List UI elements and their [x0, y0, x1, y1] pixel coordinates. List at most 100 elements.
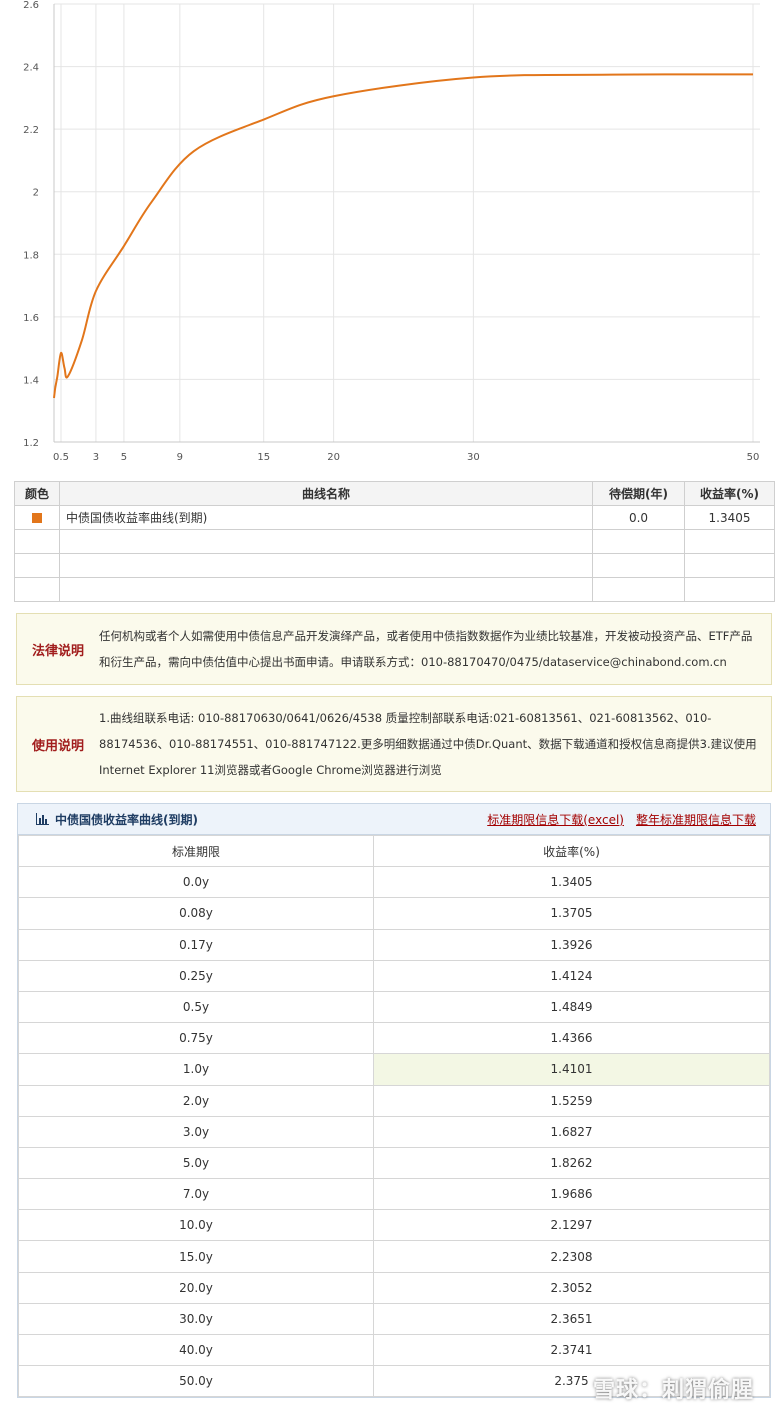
yield-cell: 2.3741 — [373, 1333, 770, 1367]
term-cell: 0.08y — [18, 897, 374, 930]
yield-cell: 1.5259 — [373, 1084, 770, 1117]
legal-notice: 法律说明 任何机构或者个人如需使用中债信息产品开发演绎产品，或者使用中债指数数据… — [16, 613, 772, 685]
yield-cell: 2.3651 — [373, 1302, 770, 1336]
term-cell: 30.0y — [18, 1302, 374, 1336]
usage-notice-tag: 使用说明 — [31, 738, 84, 754]
series-color-swatch — [32, 513, 42, 523]
x-tick-label: 30 — [467, 452, 480, 463]
x-tick-label: 3 — [93, 452, 99, 463]
yield-cell: 1.6827 — [373, 1115, 770, 1148]
table-row[interactable]: 0.75y 1.4366 — [18, 1022, 770, 1055]
bar-chart-icon — [36, 813, 49, 825]
legend-empty-row — [14, 553, 775, 578]
table-row[interactable]: 0.17y 1.3926 — [18, 928, 770, 961]
term-cell: 7.0y — [18, 1178, 374, 1211]
panel-title-text: 中债国债收益率曲线(到期) — [55, 812, 198, 827]
legend-row[interactable]: 中债国债收益率曲线(到期) 0.0 1.3405 — [14, 505, 775, 530]
x-tick-label: 0.5 — [53, 452, 69, 463]
term-header: 标准期限 — [18, 834, 374, 868]
term-cell: 50.0y — [18, 1365, 374, 1398]
legend-empty-row — [14, 529, 775, 554]
table-row[interactable]: 3.0y 1.6827 — [18, 1115, 770, 1148]
y-tick-label: 1.2 — [23, 438, 39, 449]
table-row[interactable]: 2.0y 1.5259 — [18, 1084, 770, 1117]
yield-cell: 1.8262 — [373, 1146, 770, 1180]
yield-cell: 1.4366 — [373, 1022, 770, 1055]
term-cell: 15.0y — [18, 1240, 374, 1273]
y-tick-label: 1.6 — [23, 313, 39, 324]
x-tick-label: 15 — [257, 452, 270, 463]
yield-cell: 1.3405 — [373, 866, 770, 899]
x-tick-label: 50 — [747, 452, 760, 463]
term-cell: 20.0y — [18, 1271, 374, 1304]
term-cell: 1.0y — [18, 1053, 374, 1086]
y-tick-label: 1.4 — [23, 375, 39, 386]
term-cell: 40.0y — [18, 1333, 374, 1367]
term-cell: 10.0y — [18, 1209, 374, 1242]
y-tick-label: 2.2 — [23, 125, 39, 136]
usage-notice-text: 1.曲线组联系电话: 010-88170630/0641/0626/4538 质… — [99, 711, 757, 777]
legend-term: 0.0 — [592, 505, 685, 530]
legend-series-name: 中债国债收益率曲线(到期) — [59, 505, 593, 530]
yield-cell: 1.4101 — [373, 1053, 770, 1086]
usage-notice: 使用说明 1.曲线组联系电话: 010-88170630/0641/0626/4… — [16, 696, 772, 792]
y-tick-label: 1.8 — [23, 250, 39, 261]
term-cell: 0.5y — [18, 990, 374, 1024]
yield-cell: 1.4849 — [373, 990, 770, 1024]
panel-title: 中债国债收益率曲线(到期) — [36, 811, 198, 828]
legal-notice-text: 任何机构或者个人如需使用中债信息产品开发演绎产品，或者使用中债指数数据作为业绩比… — [99, 629, 753, 669]
legend-header-name: 曲线名称 — [59, 481, 593, 506]
table-row[interactable]: 40.0y 2.3741 — [18, 1333, 770, 1367]
yield-cell: 2.3052 — [373, 1271, 770, 1304]
yield-cell: 1.3705 — [373, 897, 770, 930]
yield-cell: 1.9686 — [373, 1178, 770, 1211]
legend-color-cell — [14, 505, 60, 530]
term-cell: 0.17y — [18, 928, 374, 961]
term-cell: 3.0y — [18, 1115, 374, 1148]
yield-header: 收益率(%) — [373, 834, 770, 868]
table-row[interactable]: 0.25y 1.4124 — [18, 959, 770, 992]
table-row[interactable]: 0.5y 1.4849 — [18, 990, 770, 1024]
term-table: 标准期限 收益率(%) 0.0y 1.3405 0.08y 1.3705 0.17y 1.… — [18, 834, 770, 1398]
table-row[interactable]: 20.0y 2.3052 — [18, 1271, 770, 1304]
term-cell: 0.25y — [18, 959, 374, 992]
table-row[interactable]: 10.0y 2.1297 — [18, 1209, 770, 1242]
term-yield-panel: 中债国债收益率曲线(到期) 标准期限信息下载(excel) 整年标准期限信息下载… — [17, 803, 771, 1399]
panel-links: 标准期限信息下载(excel) 整年标准期限信息下载 — [487, 811, 756, 828]
legend-header-yield: 收益率(%) — [684, 481, 775, 506]
yield-curve-chart: 1.2 1.4 1.6 1.8 2 2.2 2.4 2.6 0.5 3 5 9 15 20 30 50 — [0, 0, 776, 470]
x-tick-label: 20 — [327, 452, 340, 463]
yield-cell: 1.4124 — [373, 959, 770, 992]
x-tick-label: 9 — [177, 452, 183, 463]
watermark: 雪球：刺猬偷腥 — [592, 1378, 754, 1403]
legend-table: 颜色 曲线名称 待偿期(年) 收益率(%) 中债国债收益率曲线(到期) 0.0 … — [14, 481, 775, 602]
x-tick-label: 5 — [121, 452, 127, 463]
table-row[interactable]: 5.0y 1.8262 — [18, 1146, 770, 1180]
download-year-link[interactable]: 整年标准期限信息下载 — [636, 811, 756, 828]
y-tick-label: 2.4 — [23, 63, 39, 74]
series-line — [53, 73, 754, 399]
yield-cell: 1.3926 — [373, 928, 770, 961]
table-row[interactable]: 1.0y 1.4101 — [18, 1053, 770, 1086]
yield-cell: 2.2308 — [373, 1240, 770, 1273]
y-tick-label: 2.6 — [23, 0, 39, 11]
download-excel-link[interactable]: 标准期限信息下载(excel) — [487, 811, 624, 828]
table-row[interactable]: 0.08y 1.3705 — [18, 897, 770, 930]
term-cell: 2.0y — [18, 1084, 374, 1117]
term-cell: 5.0y — [18, 1146, 374, 1180]
table-row[interactable]: 0.0y 1.3405 — [18, 866, 770, 899]
y-tick-label: 2 — [33, 188, 39, 199]
legend-yield: 1.3405 — [684, 505, 775, 530]
legal-notice-tag: 法律说明 — [31, 643, 84, 659]
legend-empty-row — [14, 577, 775, 602]
legend-header-term: 待偿期(年) — [592, 481, 685, 506]
panel-header: 中债国债收益率曲线(到期) 标准期限信息下载(excel) 整年标准期限信息下载 — [18, 804, 770, 835]
yield-cell: 2.1297 — [373, 1209, 770, 1242]
table-row[interactable]: 7.0y 1.9686 — [18, 1178, 770, 1211]
table-row[interactable]: 30.0y 2.3651 — [18, 1302, 770, 1336]
term-cell: 0.75y — [18, 1022, 374, 1055]
chart-svg: 1.2 1.4 1.6 1.8 2 2.2 2.4 2.6 0.5 3 5 9 15 20 30 50 — [23, 0, 760, 463]
term-cell: 0.0y — [18, 866, 374, 899]
table-row[interactable]: 15.0y 2.2308 — [18, 1240, 770, 1273]
legend-header-color: 颜色 — [14, 481, 60, 506]
